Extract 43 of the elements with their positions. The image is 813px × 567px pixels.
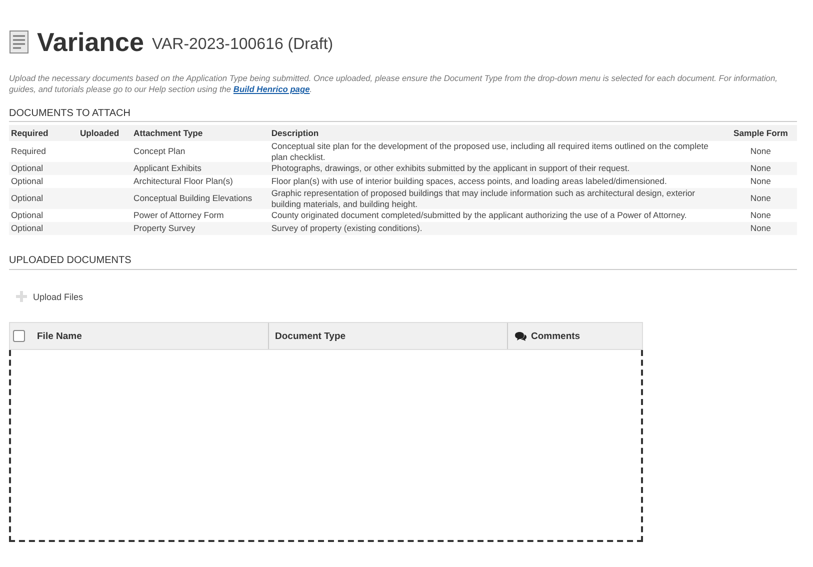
table-cell: Optional <box>9 222 78 235</box>
table-cell: Optional <box>9 188 78 209</box>
table-cell: None <box>724 175 797 188</box>
record-number: VAR-2023-100616 (Draft) <box>152 36 334 54</box>
column-header[interactable]: Document Type <box>269 323 508 349</box>
table-cell: None <box>724 222 797 235</box>
column-header: Uploaded <box>78 125 132 141</box>
table-cell: Power of Attorney Form <box>132 209 270 222</box>
table-cell: None <box>724 162 797 175</box>
column-header[interactable]: File Name <box>31 323 269 349</box>
column-header: Description <box>269 125 724 141</box>
section-heading: DOCUMENTS TO ATTACH <box>9 108 797 122</box>
table-cell: Architectural Floor Plan(s) <box>132 175 270 188</box>
document-icon <box>9 30 29 54</box>
table-cell: Floor plan(s) with use of interior building spaces, access points, and loading areas labeled/dimensioned. <box>269 175 724 188</box>
column-header[interactable]: Comments <box>508 323 642 349</box>
plus-icon <box>16 291 27 302</box>
table-cell: Property Survey <box>132 222 270 235</box>
column-header: Sample Form <box>724 125 797 141</box>
upload-files-button[interactable]: Upload Files <box>12 289 88 304</box>
table-cell: Optional <box>9 175 78 188</box>
select-all-checkbox[interactable] <box>13 330 25 342</box>
table-cell: Required <box>9 141 78 162</box>
table-cell: Photographs, drawings, or other exhibits submitted by the applicant in support of their request. <box>269 162 724 175</box>
table-cell: None <box>724 209 797 222</box>
instructions-text: Upload the necessary documents based on the Application Type being submitted. Once uploaded, please ensure the Document Type from the drop-down menu is selected for each document. For information, guides, and tutorials please go to our Help section using the Build Henrico page. <box>9 73 778 95</box>
table-cell: Survey of property (existing conditions). <box>269 222 724 235</box>
table-cell: Concept Plan <box>132 141 270 162</box>
table-cell: County originated document completed/submitted by the applicant authorizing the use of a Power of Attorney. <box>269 209 724 222</box>
table-cell: None <box>724 188 797 209</box>
speech-bubbles-icon <box>514 331 527 341</box>
table-cell: Optional <box>9 209 78 222</box>
column-header: Required <box>9 125 78 141</box>
table-cell: Graphic representation of proposed buildings that may include information such as architectural design, exterior building materials, and building height. <box>269 188 724 209</box>
page-title: Variance <box>37 26 144 58</box>
table-cell: None <box>724 141 797 162</box>
table-cell: Conceptual Building Elevations <box>132 188 270 209</box>
build-henrico-link[interactable]: Build Henrico page <box>233 84 310 94</box>
section-heading: UPLOADED DOCUMENTS <box>9 255 797 270</box>
table-cell: Conceptual site plan for the development of the proposed use, including all required items outlined on the complete plan checklist. <box>269 141 724 162</box>
table-cell: Optional <box>9 162 78 175</box>
column-header: Attachment Type <box>132 125 270 141</box>
table-cell: Applicant Exhibits <box>132 162 270 175</box>
